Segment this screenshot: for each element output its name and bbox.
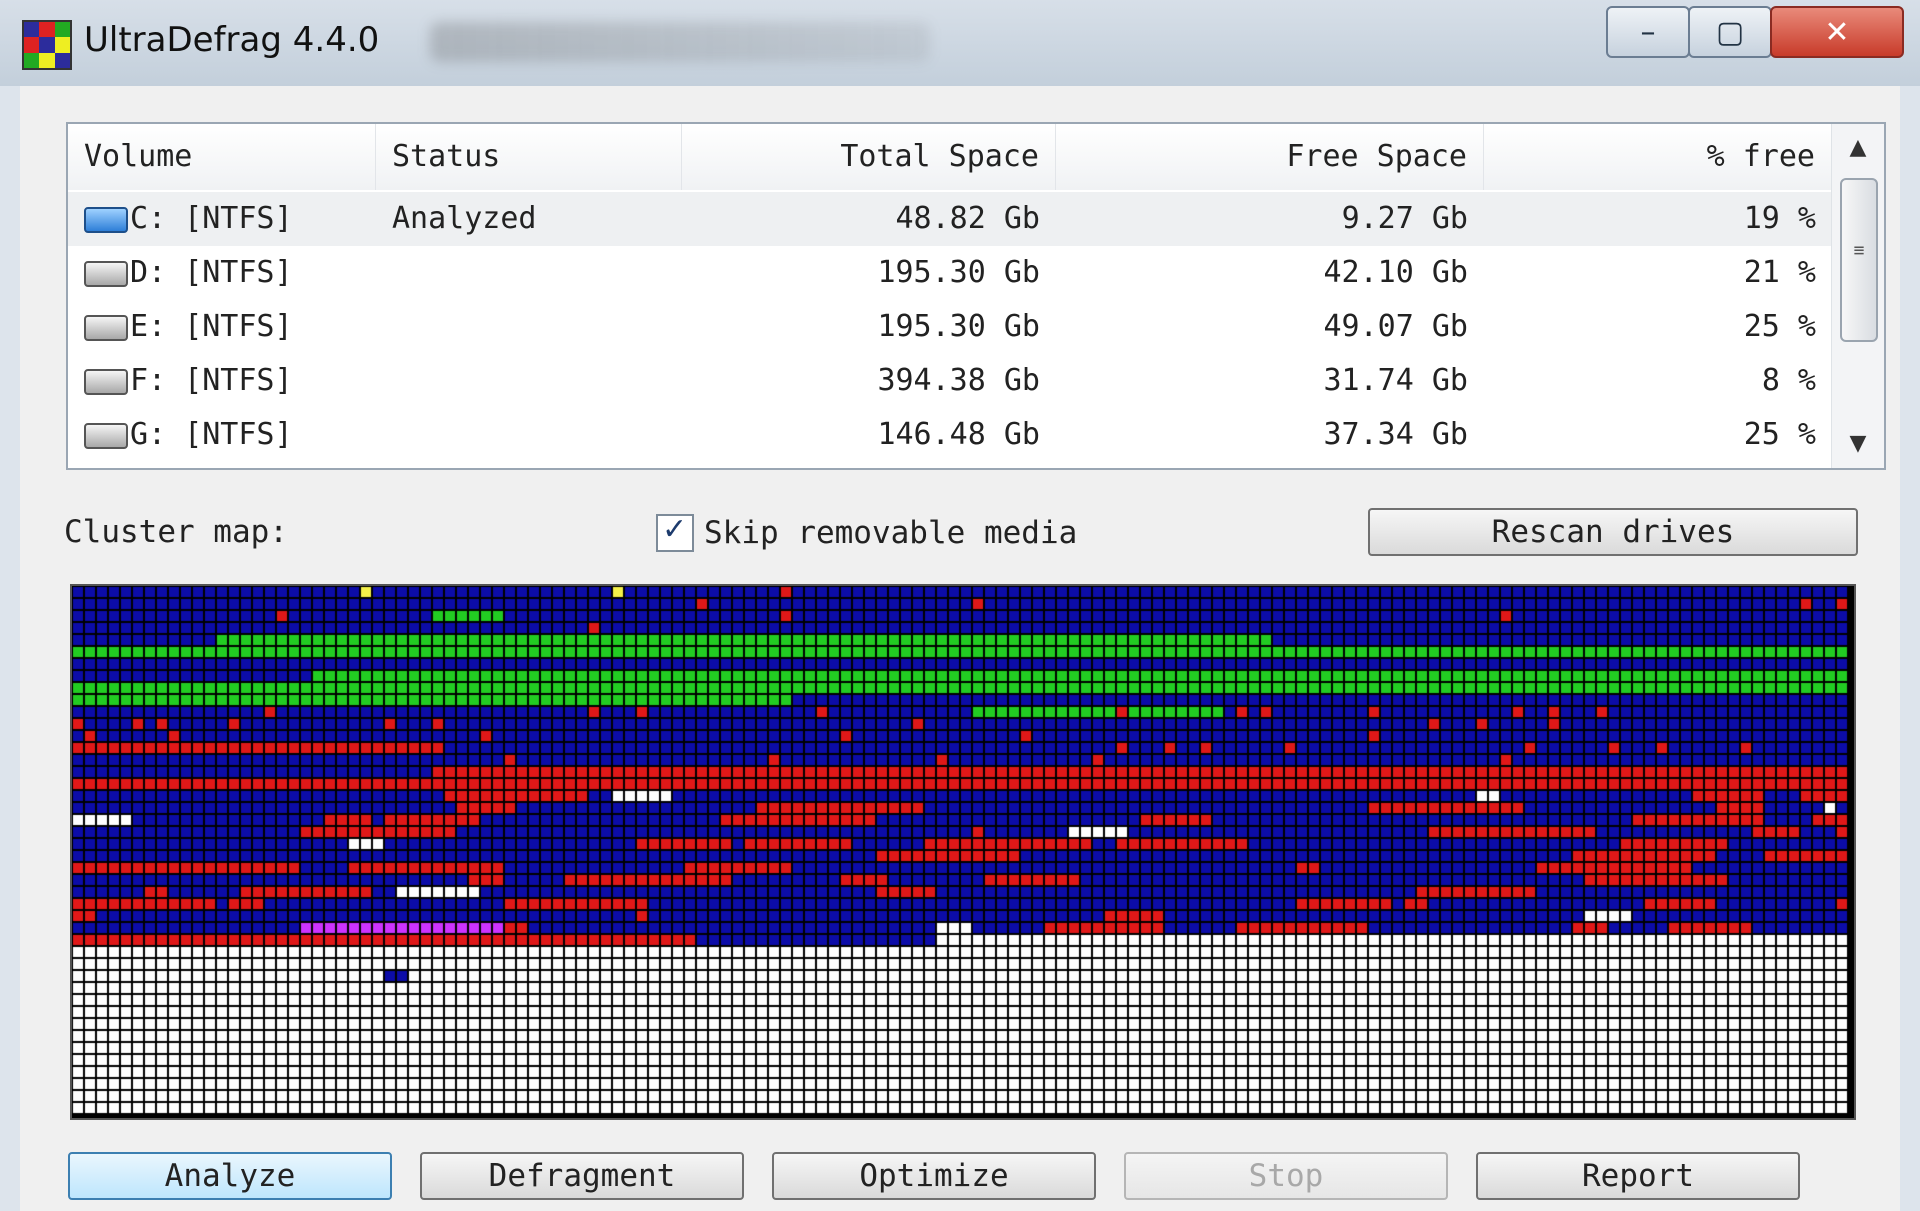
volume-name: D: [NTFS] [130, 255, 293, 290]
skip-removable-media-option[interactable]: ✓ Skip removable media [656, 512, 1078, 552]
drive-icon [84, 314, 128, 341]
column-header-status[interactable]: Status [376, 124, 682, 190]
volume-free-space: 31.74 Gb [1323, 363, 1469, 398]
background-window-title [430, 22, 930, 62]
volume-status [376, 300, 682, 354]
minimize-button[interactable]: – [1606, 6, 1690, 58]
drive-icon [84, 260, 128, 287]
volume-total-space: 146.48 Gb [877, 417, 1040, 452]
volume-free-space: 49.07 Gb [1323, 309, 1469, 344]
volume-name: F: [NTFS] [130, 363, 293, 398]
maximize-button[interactable]: ▢ [1688, 6, 1772, 58]
cluster-map-canvas [72, 586, 1854, 1118]
skip-removable-media-checkbox[interactable]: ✓ [656, 512, 694, 552]
analyze-button[interactable]: Analyze [68, 1152, 392, 1200]
column-header-free-space[interactable]: Free Space [1056, 124, 1484, 190]
cluster-map-label: Cluster map: [64, 514, 288, 550]
close-button[interactable]: ✕ [1770, 6, 1904, 58]
volume-free-space: 37.34 Gb [1323, 417, 1469, 452]
volume-name: G: [NTFS] [130, 417, 293, 452]
window-title: UltraDefrag 4.4.0 [84, 20, 380, 60]
column-header-volume[interactable]: Volume [68, 124, 376, 190]
volume-status: Analyzed [392, 201, 537, 236]
volume-percent-free: 8 % [1761, 363, 1816, 398]
app-window: UltraDefrag 4.4.0 – ▢ ✕ Volume Status To… [0, 0, 1920, 1211]
volume-percent-free: 25 % [1743, 309, 1816, 344]
volume-total-space: 195.30 Gb [877, 309, 1040, 344]
volume-status [376, 354, 682, 408]
rescan-drives-button[interactable]: Rescan drives [1368, 508, 1858, 556]
volume-percent-free: 21 % [1743, 255, 1816, 290]
column-header-total-space[interactable]: Total Space [682, 124, 1056, 190]
ultradefrag-logo-icon [22, 20, 72, 70]
volume-row-e[interactable]: E: [NTFS] 195.30 Gb 49.07 Gb 25 % [68, 300, 1832, 354]
volume-percent-free: 19 % [1743, 201, 1816, 236]
volume-free-space: 9.27 Gb [1341, 201, 1468, 236]
volume-row-d[interactable]: D: [NTFS] 195.30 Gb 42.10 Gb 21 % [68, 246, 1832, 300]
cluster-map [70, 584, 1856, 1120]
drive-icon [84, 206, 128, 233]
volume-list-scrollbar[interactable]: ▲ ≡ ▼ [1831, 124, 1884, 468]
grip-icon: ≡ [1853, 240, 1865, 261]
title-bar[interactable]: UltraDefrag 4.4.0 – ▢ ✕ [0, 0, 1920, 86]
main-panel: Volume Status Total Space Free Space % f… [20, 86, 1900, 1211]
optimize-button[interactable]: Optimize [772, 1152, 1096, 1200]
volume-total-space: 195.30 Gb [877, 255, 1040, 290]
report-button[interactable]: Report [1476, 1152, 1800, 1200]
scroll-up-icon[interactable]: ▲ [1832, 128, 1884, 168]
volume-total-space: 394.38 Gb [877, 363, 1040, 398]
skip-removable-media-label: Skip removable media [704, 515, 1078, 551]
close-icon: ✕ [1824, 14, 1850, 50]
minimize-icon: – [1640, 14, 1656, 50]
column-header-percent-free[interactable]: % free [1484, 124, 1832, 190]
volume-status [376, 408, 682, 462]
volume-name: C: [NTFS] [130, 201, 293, 236]
volume-percent-free: 25 % [1743, 417, 1816, 452]
drive-icon [84, 368, 128, 395]
volume-row-f[interactable]: F: [NTFS] 394.38 Gb 31.74 Gb 8 % [68, 354, 1832, 408]
volume-row-g[interactable]: G: [NTFS] 146.48 Gb 37.34 Gb 25 % [68, 408, 1832, 462]
stop-button[interactable]: Stop [1124, 1152, 1448, 1200]
volume-free-space: 42.10 Gb [1323, 255, 1469, 290]
volume-row-c[interactable]: C: [NTFS] Analyzed 48.82 Gb 9.27 Gb 19 % [68, 192, 1832, 246]
volume-status [376, 246, 682, 300]
volume-list-header: Volume Status Total Space Free Space % f… [68, 124, 1832, 190]
defragment-button[interactable]: Defragment [420, 1152, 744, 1200]
scroll-thumb[interactable]: ≡ [1840, 178, 1878, 342]
volume-list[interactable]: Volume Status Total Space Free Space % f… [66, 122, 1886, 470]
maximize-icon: ▢ [1715, 14, 1745, 50]
volume-name: E: [NTFS] [130, 309, 293, 344]
scroll-down-icon[interactable]: ▼ [1832, 424, 1884, 464]
drive-icon [84, 422, 128, 449]
checkmark-icon: ✓ [662, 512, 688, 547]
volume-total-space: 48.82 Gb [895, 201, 1041, 236]
